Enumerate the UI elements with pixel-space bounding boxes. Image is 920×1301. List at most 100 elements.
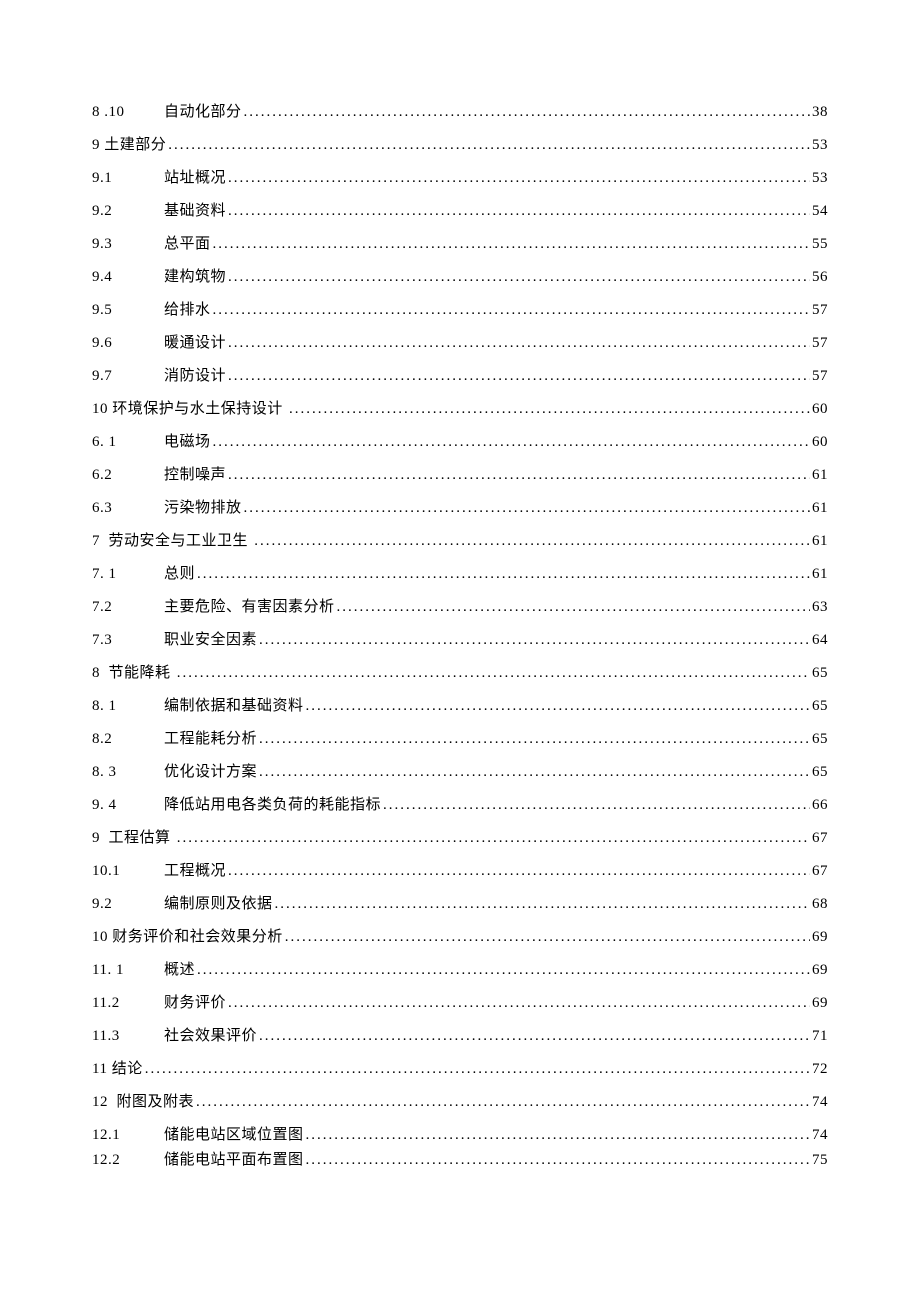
toc-entry-number: 7. 1 bbox=[92, 567, 164, 582]
toc-entry-title: 总平面 bbox=[164, 237, 211, 252]
toc-entry-title: 控制噪声 bbox=[164, 468, 226, 483]
toc-entry-page: 53 bbox=[812, 171, 828, 186]
toc-entry: 8 .10自动化部分38 bbox=[92, 105, 828, 120]
toc-entry-number: 8. 1 bbox=[92, 699, 164, 714]
toc-entry-number: 9.5 bbox=[92, 303, 164, 318]
toc-leader-dots bbox=[197, 567, 810, 582]
toc-entry-number: 11.3 bbox=[92, 1029, 164, 1044]
toc-entry-page: 66 bbox=[812, 798, 828, 813]
toc-entry-title: 主要危险、有害因素分析 bbox=[164, 600, 335, 615]
toc-entry: 12 附图及附表74 bbox=[92, 1095, 828, 1110]
toc-entry: 9. 4降低站用电各类负荷的耗能指标66 bbox=[92, 798, 828, 813]
toc-entry-number: 9.1 bbox=[92, 171, 164, 186]
toc-entry-number: 12.2 bbox=[92, 1153, 164, 1168]
toc-leader-dots bbox=[228, 864, 810, 879]
toc-entry-page: 72 bbox=[812, 1062, 828, 1077]
toc-entry-title: 结论 bbox=[112, 1062, 143, 1077]
toc-entry-title: 环境保护与水土保持设计 bbox=[112, 402, 287, 417]
toc-entry-number: 8.2 bbox=[92, 732, 164, 747]
toc-leader-dots bbox=[168, 138, 810, 153]
toc-entry-number: 9.4 bbox=[92, 270, 164, 285]
toc-entry-number: 9.2 bbox=[92, 897, 164, 912]
toc-entry-number: 7.3 bbox=[92, 633, 164, 648]
toc-entry-number: 11.2 bbox=[92, 996, 164, 1011]
toc-leader-dots bbox=[259, 765, 810, 780]
toc-entry: 6.2控制噪声61 bbox=[92, 468, 828, 483]
toc-entry-number: 10 bbox=[92, 930, 112, 945]
toc-entry-number: 9.3 bbox=[92, 237, 164, 252]
toc-entry-title: 储能电站区域位置图 bbox=[164, 1128, 304, 1143]
toc-entry: 11. 1概述69 bbox=[92, 963, 828, 978]
toc-leader-dots bbox=[228, 336, 810, 351]
toc-leader-dots bbox=[259, 732, 810, 747]
toc-leader-dots bbox=[145, 1062, 810, 1077]
toc-entry-title: 工程能耗分析 bbox=[164, 732, 257, 747]
toc-entry-number: 7.2 bbox=[92, 600, 164, 615]
toc-leader-dots bbox=[306, 1153, 810, 1168]
toc-leader-dots bbox=[306, 1128, 810, 1143]
toc-entry-number: 9.7 bbox=[92, 369, 164, 384]
toc-leader-dots bbox=[275, 897, 810, 912]
toc-entry-number: 6.3 bbox=[92, 501, 164, 516]
toc-entry: 7. 1总则61 bbox=[92, 567, 828, 582]
toc-entry-title: 编制原则及依据 bbox=[164, 897, 273, 912]
toc-entry-number: 11. 1 bbox=[92, 963, 164, 978]
toc-entry-number: 10.1 bbox=[92, 864, 164, 879]
toc-entry-page: 53 bbox=[812, 138, 828, 153]
toc-entry-page: 61 bbox=[812, 567, 828, 582]
toc-entry-number: 9 bbox=[92, 138, 104, 153]
toc-entry-page: 64 bbox=[812, 633, 828, 648]
toc-entry: 9.2基础资料54 bbox=[92, 204, 828, 219]
toc-entry-page: 63 bbox=[812, 600, 828, 615]
toc-entry-page: 71 bbox=[812, 1029, 828, 1044]
toc-leader-dots bbox=[213, 303, 810, 318]
toc-entry-number: 11 bbox=[92, 1062, 112, 1077]
toc-entry-page: 60 bbox=[812, 435, 828, 450]
toc-leader-dots bbox=[289, 402, 810, 417]
toc-leader-dots bbox=[244, 501, 810, 516]
toc-entry-title: 建构筑物 bbox=[164, 270, 226, 285]
toc-entry-page: 54 bbox=[812, 204, 828, 219]
toc-entry-page: 69 bbox=[812, 996, 828, 1011]
toc-entry-title: 电磁场 bbox=[164, 435, 211, 450]
toc-entry-title: 污染物排放 bbox=[164, 501, 242, 516]
toc-leader-dots bbox=[254, 534, 810, 549]
toc-entry: 8. 1编制依据和基础资料65 bbox=[92, 699, 828, 714]
toc-leader-dots bbox=[197, 963, 810, 978]
toc-entry: 9.5给排水57 bbox=[92, 303, 828, 318]
toc-leader-dots bbox=[228, 369, 810, 384]
toc-entry-title: 工程概况 bbox=[164, 864, 226, 879]
toc-entry-title: 优化设计方案 bbox=[164, 765, 257, 780]
toc-entry-title: 财务评价 bbox=[164, 996, 226, 1011]
toc-entry: 11 结论 72 bbox=[92, 1062, 828, 1077]
toc-entry: 12.2储能电站平面布置图 75 bbox=[92, 1153, 828, 1168]
toc-entry-page: 61 bbox=[812, 534, 828, 549]
toc-entry-page: 56 bbox=[812, 270, 828, 285]
toc-leader-dots bbox=[259, 633, 810, 648]
toc-entry-title: 职业安全因素 bbox=[164, 633, 257, 648]
toc-entry: 7 劳动安全与工业卫生 61 bbox=[92, 534, 828, 549]
toc-entry: 10.1工程概况67 bbox=[92, 864, 828, 879]
toc-entry: 6. 1电磁场60 bbox=[92, 435, 828, 450]
toc-entry-page: 75 bbox=[812, 1153, 828, 1168]
toc-entry: 9 工程估算 67 bbox=[92, 831, 828, 846]
toc-entry-page: 57 bbox=[812, 369, 828, 384]
toc-entry-number: 9. 4 bbox=[92, 798, 164, 813]
toc-leader-dots bbox=[259, 1029, 810, 1044]
toc-entry-title: 附图及附表 bbox=[117, 1095, 195, 1110]
toc-leader-dots bbox=[228, 270, 810, 285]
toc-entry-number: 9 bbox=[92, 831, 109, 846]
toc-entry-page: 68 bbox=[812, 897, 828, 912]
toc-entry-page: 65 bbox=[812, 765, 828, 780]
toc-entry-page: 57 bbox=[812, 336, 828, 351]
toc-leader-dots bbox=[306, 699, 810, 714]
toc-entry-title: 土建部分 bbox=[104, 138, 166, 153]
toc-entry: 9.6暖通设计57 bbox=[92, 336, 828, 351]
toc-entry-number: 7 bbox=[92, 534, 109, 549]
toc-entry: 8. 3优化设计方案65 bbox=[92, 765, 828, 780]
toc-leader-dots bbox=[228, 171, 810, 186]
toc-entry: 9 土建部分 53 bbox=[92, 138, 828, 153]
toc-entry: 8.2工程能耗分析65 bbox=[92, 732, 828, 747]
toc-entry-number: 10 bbox=[92, 402, 112, 417]
toc-entry-title: 储能电站平面布置图 bbox=[164, 1153, 304, 1168]
